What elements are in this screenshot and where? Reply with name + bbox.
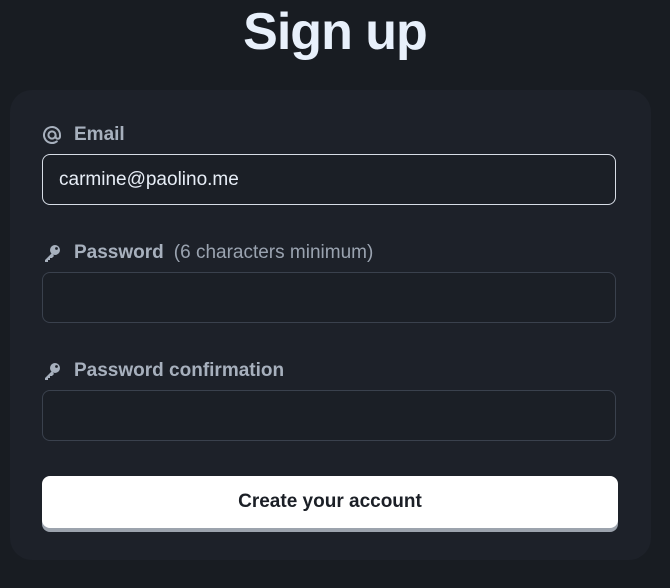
create-account-button[interactable]: Create your account (42, 476, 618, 528)
password-confirmation-label: Password confirmation (42, 359, 284, 383)
page-title: Sign up (243, 3, 428, 61)
email-field-value: carmine@paolino.me (59, 168, 239, 190)
signup-card: Email carmine@paolino.me Password (6 cha… (10, 90, 651, 560)
password-label-text: Password (74, 242, 164, 263)
password-hint: (6 characters minimum) (173, 242, 374, 263)
password-confirmation-label-text: Password confirmation (74, 360, 285, 381)
key-icon (42, 360, 64, 382)
password-confirmation-field[interactable] (42, 390, 616, 441)
password-label: Password (6 characters minimum) (42, 241, 373, 265)
email-label-text: Email (74, 124, 125, 145)
password-field[interactable] (42, 272, 616, 323)
key-icon (42, 242, 64, 264)
create-account-button-label: Create your account (238, 491, 422, 512)
email-field[interactable]: carmine@paolino.me (42, 154, 616, 205)
signup-page: Sign up Email carmine@paolino.me Passwor… (0, 0, 670, 588)
at-icon (42, 124, 64, 146)
email-label: Email (42, 123, 125, 147)
